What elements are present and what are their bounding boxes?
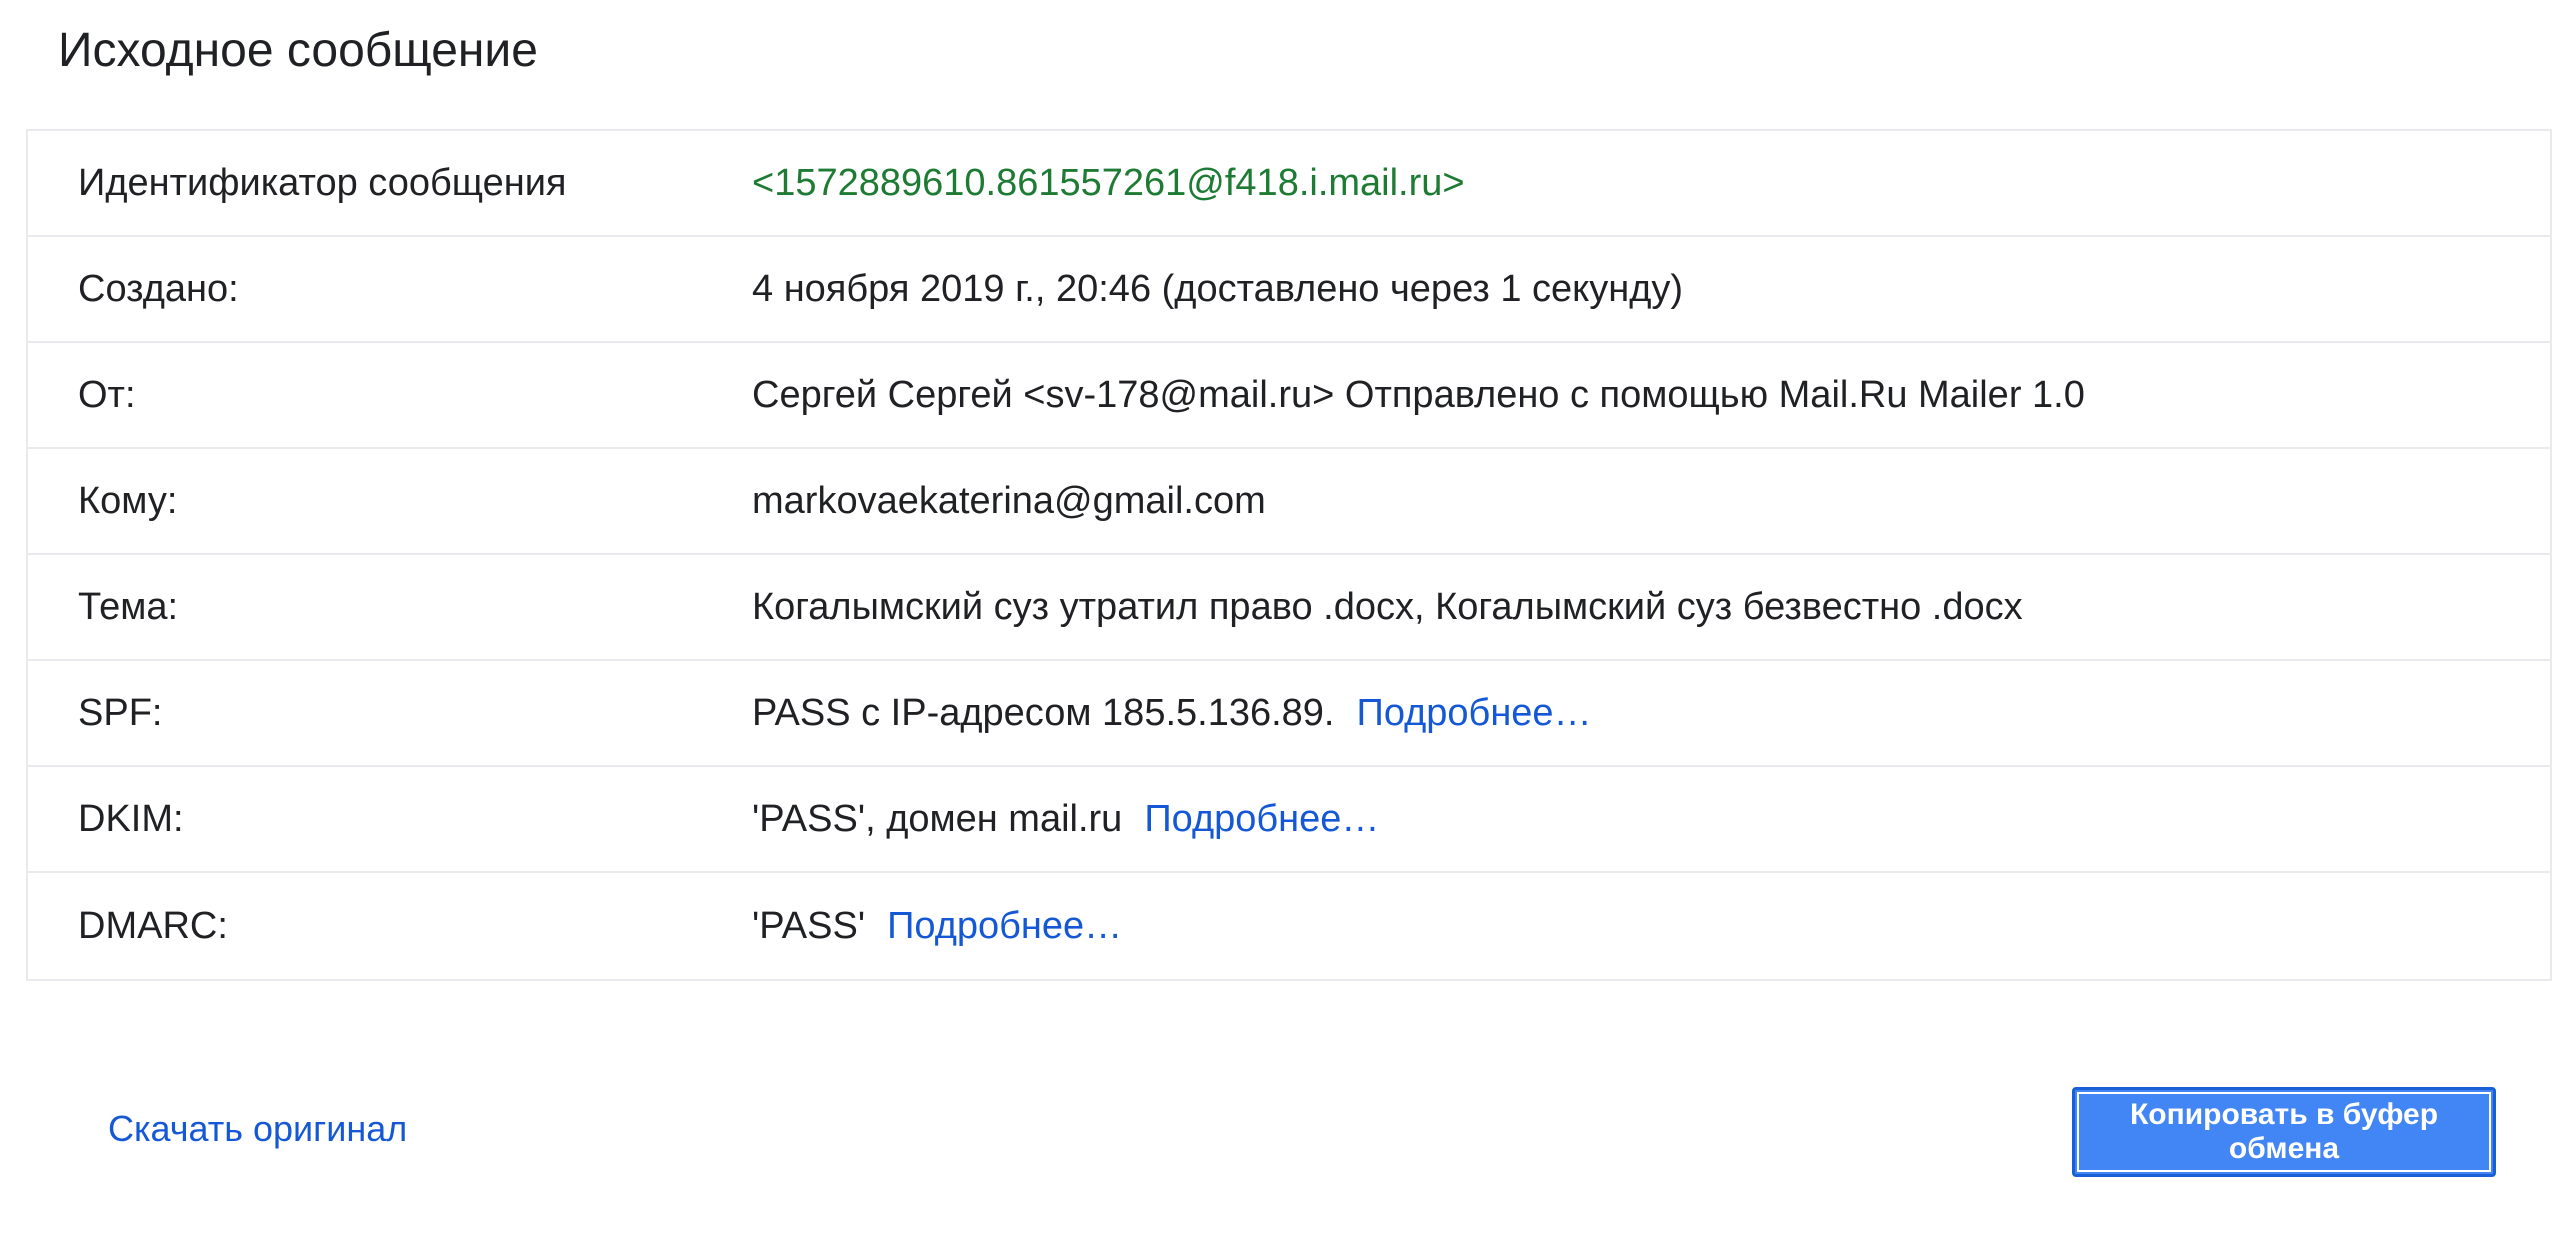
row-subject: Тема: Когалымский суз утратил право .doc…	[28, 555, 2550, 661]
row-label: Идентификатор сообщения	[78, 161, 567, 204]
dkim-value-cell: 'PASS', домен mail.ru Подробнее…	[752, 798, 2550, 841]
dmarc-more-link[interactable]: Подробнее…	[887, 905, 1122, 947]
dmarc-value-cell: 'PASS' Подробнее…	[752, 905, 2550, 948]
copy-to-clipboard-button[interactable]: Копировать в буфер обмена	[2072, 1087, 2496, 1177]
row-dmarc: DMARC: 'PASS' Подробнее…	[28, 873, 2550, 979]
row-to: Кому: markovaekaterina@gmail.com	[28, 449, 2550, 555]
to-value: markovaekaterina@gmail.com	[752, 479, 1266, 522]
row-dkim: DKIM: 'PASS', домен mail.ru Подробнее…	[28, 767, 2550, 873]
row-spf: SPF: PASS с IP-адресом 185.5.136.89. Подр…	[28, 661, 2550, 767]
from-value: Сергей Сергей <sv-178@mail.ru> Отправлен…	[752, 373, 2085, 416]
row-created: Создано: 4 ноября 2019 г., 20:46 (достав…	[28, 237, 2550, 343]
row-label: DKIM:	[78, 797, 184, 840]
row-label: Кому:	[78, 479, 178, 522]
download-original-link[interactable]: Скачать оригинал	[108, 1108, 407, 1150]
row-label: От:	[78, 373, 136, 416]
message-info-table: Идентификатор сообщения <1572889610.8615…	[26, 129, 2552, 981]
page-title: Исходное сообщение	[58, 24, 538, 77]
row-label: Тема:	[78, 585, 179, 628]
spf-value: PASS с IP-адресом 185.5.136.89.	[752, 691, 1335, 734]
created-value: 4 ноября 2019 г., 20:46 (доставлено чере…	[752, 267, 1684, 310]
dkim-more-link[interactable]: Подробнее…	[1144, 798, 1379, 840]
spf-more-link[interactable]: Подробнее…	[1357, 692, 1592, 734]
spf-value-cell: PASS с IP-адресом 185.5.136.89. Подробнее…	[752, 692, 2550, 735]
row-message-id: Идентификатор сообщения <1572889610.8615…	[28, 131, 2550, 237]
row-label: Создано:	[78, 267, 239, 310]
row-label: SPF:	[78, 691, 163, 734]
subject-value: Когалымский суз утратил право .docx, Ког…	[752, 585, 2023, 628]
row-from: От: Сергей Сергей <sv-178@mail.ru> Отпра…	[28, 343, 2550, 449]
dkim-value: 'PASS', домен mail.ru	[752, 797, 1123, 840]
message-id-value: <1572889610.861557261@f418.i.mail.ru>	[752, 161, 1465, 204]
dmarc-value: 'PASS'	[752, 904, 866, 947]
row-label: DMARC:	[78, 904, 228, 947]
